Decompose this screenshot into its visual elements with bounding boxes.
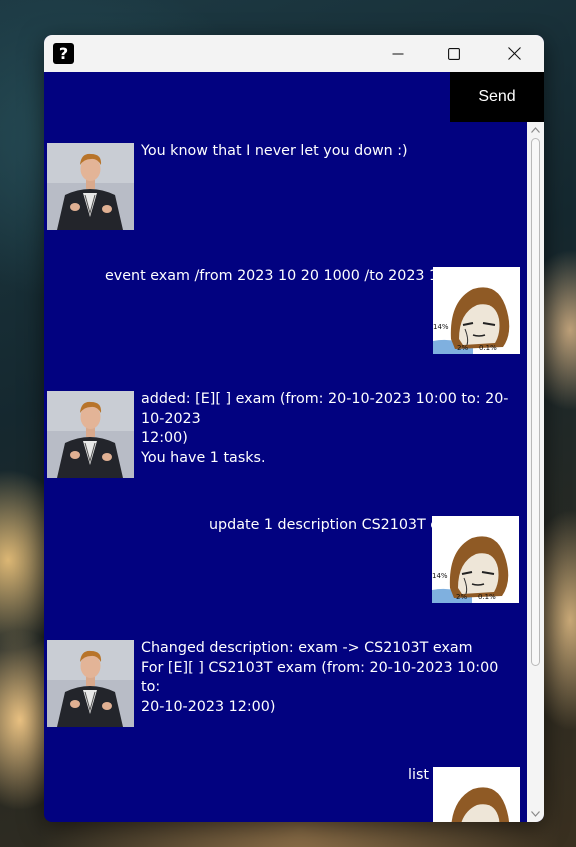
close-icon [507, 47, 521, 60]
app-question-icon: ? [53, 43, 74, 64]
user-avatar: 14% 2% 0.1% [433, 267, 520, 354]
scroll-thumb[interactable] [531, 138, 540, 666]
user-input-field[interactable] [44, 72, 450, 122]
minimize-button[interactable] [375, 35, 421, 72]
user-dialog-box: update 1 description CS2103T exam 14% 2%… [44, 496, 527, 620]
title-bar[interactable]: ? [44, 35, 544, 72]
user-message-text: update 1 description CS2103T exam [208, 517, 470, 533]
content-area: Send You know that I never let you down … [44, 72, 544, 822]
duke-avatar [47, 391, 134, 478]
app-window: ? Send You know that I never let you dow… [44, 35, 544, 822]
send-button[interactable]: Send [450, 72, 544, 122]
duke-dialog-box: added: [E][ ] exam (from: 20-10-2023 10:… [44, 370, 527, 496]
user-avatar-caption-b: 2% [456, 593, 467, 601]
dialog-container[interactable]: You know that I never let you down :) ev… [44, 122, 527, 822]
user-avatar-caption-c: 0.1% [479, 344, 497, 352]
minimize-icon [392, 52, 404, 55]
scroll-up-arrow-icon[interactable] [527, 123, 544, 137]
close-button[interactable] [491, 35, 537, 72]
user-avatar-caption-a: 14% [432, 572, 448, 580]
duke-message-text: You know that I never let you down :) [141, 143, 408, 159]
user-avatar-caption-b: 2% [457, 344, 468, 352]
duke-message-text: added: [E][ ] exam (from: 20-10-2023 10:… [141, 391, 509, 466]
duke-avatar [47, 640, 134, 727]
scroll-down-arrow-icon[interactable] [527, 807, 544, 821]
user-avatar [433, 767, 520, 822]
duke-avatar [47, 143, 134, 230]
input-row: Send [44, 72, 544, 122]
maximize-icon [448, 47, 460, 60]
duke-dialog-box: Changed description: exam -> CS2103T exa… [44, 620, 527, 746]
maximize-button[interactable] [431, 35, 477, 72]
duke-dialog-box: You know that I never let you down :) [44, 122, 527, 246]
user-avatar-caption-a: 14% [433, 323, 449, 331]
user-message-text: event exam /from 2023 10 20 1000 /to 202… [104, 268, 470, 304]
user-dialog-box: event exam /from 2023 10 20 1000 /to 202… [44, 246, 527, 370]
user-avatar: 14% 2% 0.1% [432, 516, 519, 603]
duke-message-text: Changed description: exam -> CS2103T exa… [141, 640, 499, 715]
user-dialog-box: list [44, 746, 527, 822]
user-message-text: list [408, 767, 429, 783]
vertical-scrollbar[interactable] [527, 122, 544, 822]
user-avatar-caption-c: 0.1% [478, 593, 496, 601]
